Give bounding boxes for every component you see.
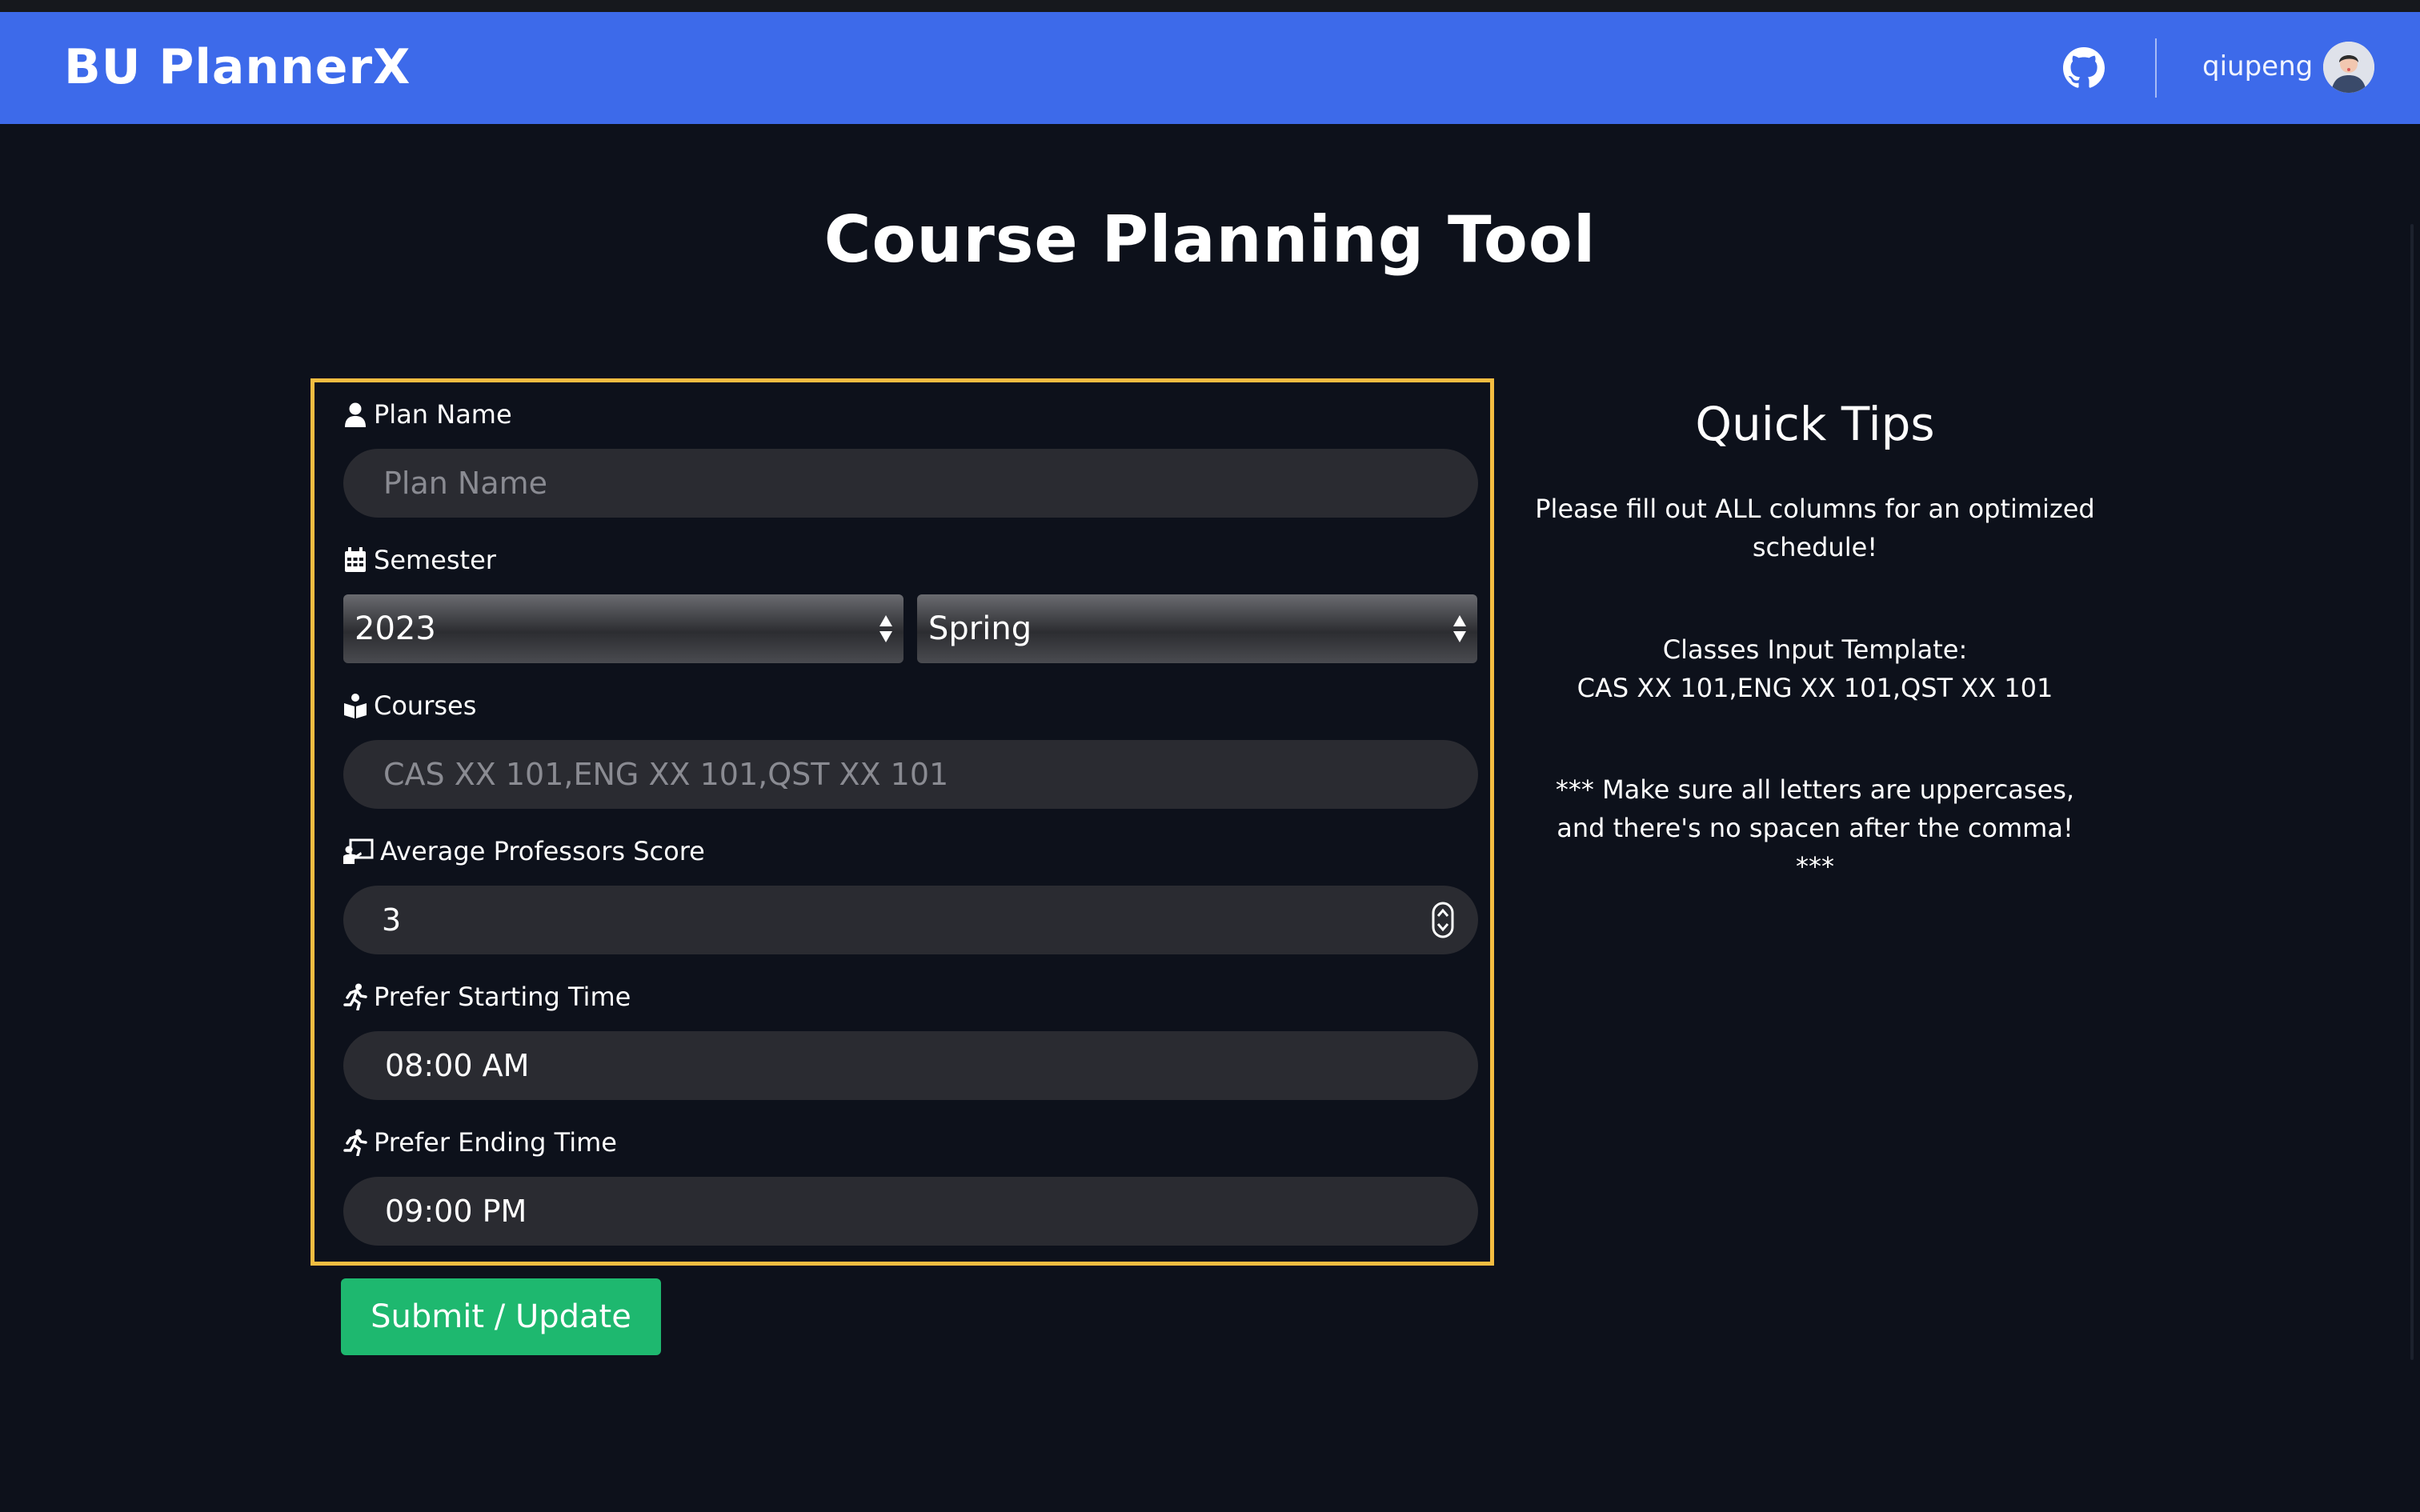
tips-fill-all: Please fill out ALL columns for an optim… (1535, 494, 2095, 562)
end-time-field[interactable]: 09:00 PM (343, 1177, 1478, 1246)
semester-year-value: 2023 (355, 610, 436, 647)
page-scrollbar[interactable] (2410, 224, 2414, 1360)
start-time-field[interactable]: 08:00 AM (343, 1031, 1478, 1100)
brand-logo[interactable]: BU PlannerX (64, 39, 411, 95)
nav-divider (2155, 38, 2157, 98)
plan-form: Plan Name Semester 2023 Spring (311, 378, 1494, 1266)
quick-tips-title: Quick Tips (1695, 397, 1935, 451)
page-title: Course Planning Tool (823, 202, 1597, 277)
professor-score-value[interactable]: 3 (382, 902, 401, 938)
end-time-value[interactable]: 09:00 PM (385, 1194, 527, 1229)
navbar: BU PlannerX qiupeng (0, 12, 2420, 124)
tips-template-value: CAS XX 101,ENG XX 101,QST XX 101 (1577, 673, 2053, 703)
professor-score-field[interactable]: 3 (343, 886, 1478, 954)
start-time-label: Prefer Starting Time (343, 981, 631, 1013)
teacher-board-icon (343, 838, 374, 864)
tips-warning: *** Make sure all letters are uppercases… (1535, 770, 2095, 886)
courses-label: Courses (343, 690, 476, 722)
running-icon (343, 983, 367, 1010)
user-icon (345, 402, 366, 427)
book-reader-icon (344, 694, 367, 718)
plan-name-label: Plan Name (343, 398, 512, 430)
calendar-icon (345, 547, 366, 572)
tips-template-label: Classes Input Template: (1662, 634, 1968, 665)
semester-label: Semester (343, 544, 496, 576)
tips-warning-stars-close: *** (1796, 851, 1834, 882)
select-arrows-icon (1453, 615, 1466, 642)
tips-template: Classes Input Template: CAS XX 101,ENG X… (1535, 630, 2095, 707)
semester-term-value: Spring (928, 610, 1032, 647)
courses-input[interactable] (382, 756, 1478, 793)
user-avatar-icon[interactable] (2323, 42, 2374, 93)
github-icon[interactable] (2063, 47, 2105, 89)
courses-field[interactable] (343, 740, 1478, 809)
select-arrows-icon (879, 615, 892, 642)
semester-year-select[interactable]: 2023 (343, 594, 903, 663)
end-time-label: Prefer Ending Time (343, 1126, 617, 1158)
tips-warning-text: Make sure all letters are uppercases, an… (1557, 774, 2075, 843)
plan-name-input[interactable] (382, 465, 1478, 502)
tips-warning-stars-open: *** (1555, 774, 1594, 805)
username[interactable]: qiupeng (2202, 49, 2313, 84)
plan-name-field[interactable] (343, 449, 1478, 518)
number-stepper-icon[interactable] (1432, 902, 1454, 938)
professor-score-label: Average Professors Score (343, 835, 705, 867)
semester-term-select[interactable]: Spring (917, 594, 1477, 663)
window-top-strip (0, 0, 2420, 12)
start-time-value[interactable]: 08:00 AM (385, 1048, 529, 1083)
submit-button[interactable]: Submit / Update (341, 1278, 661, 1355)
running-icon (343, 1129, 367, 1156)
